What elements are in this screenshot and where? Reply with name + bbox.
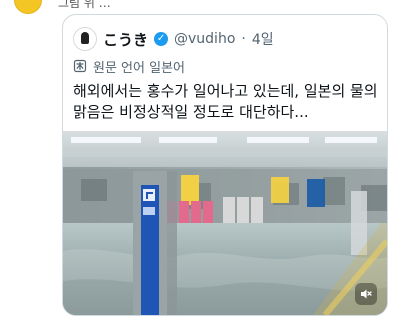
previous-post-avatar — [14, 0, 42, 14]
verified-badge-icon: ✓ — [154, 32, 169, 46]
previous-post-fragment: 그림 위 … — [0, 0, 400, 14]
author-handle[interactable]: @vudiho — [174, 31, 235, 47]
previous-post-text: 그림 위 … — [58, 0, 111, 10]
translate-icon — [73, 59, 87, 73]
translation-label: 원문 언어 일본어 — [93, 60, 185, 76]
tweet-media-video[interactable] — [63, 131, 387, 315]
media-frame — [63, 131, 387, 315]
tweet-text: 해외에서는 홍수가 일어나고 있는데, 일본의 물의 맑음은 비정상적일 정도로… — [73, 82, 378, 121]
header-separator: · — [241, 31, 246, 47]
post-time[interactable]: 4일 — [252, 29, 274, 49]
author-avatar[interactable] — [73, 27, 97, 51]
author-name[interactable]: こうき — [103, 29, 148, 50]
translation-row[interactable]: 원문 언어 일본어 — [73, 57, 185, 76]
quoted-tweet-card[interactable]: こうき ✓ @vudiho · 4일 원문 언어 일본어 해외에서는 홍수가 일… — [62, 14, 388, 316]
quoted-tweet-header: こうき ✓ @vudiho · 4일 — [73, 27, 373, 51]
mute-icon[interactable] — [355, 283, 377, 305]
